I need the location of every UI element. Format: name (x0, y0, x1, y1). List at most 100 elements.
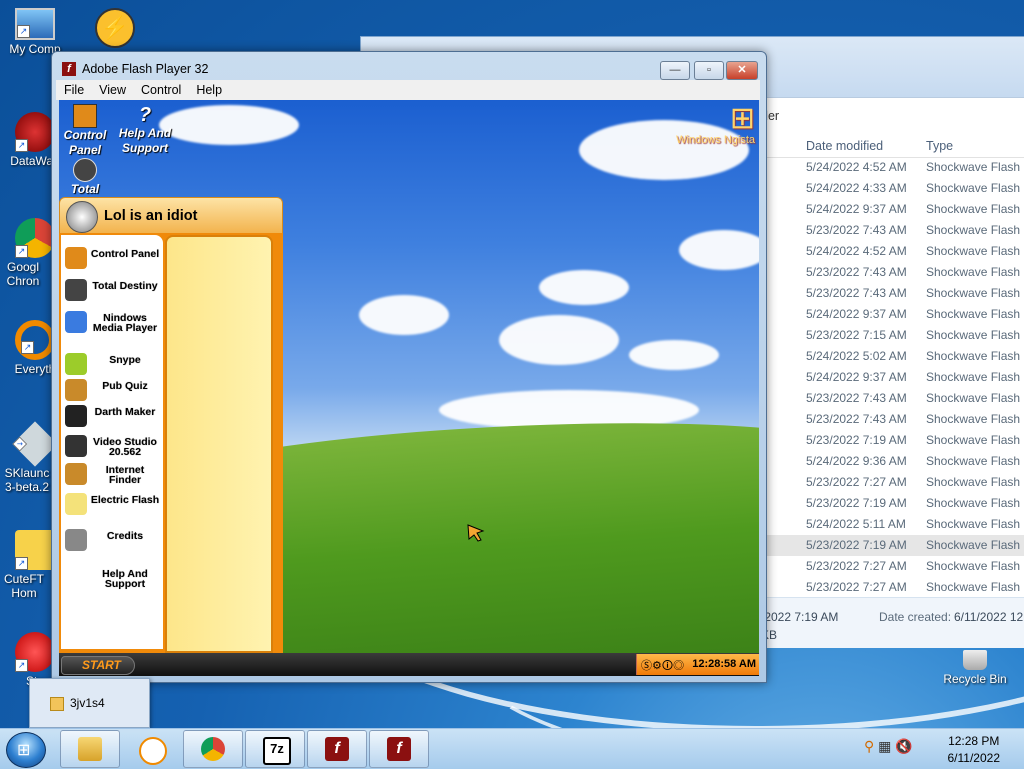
start-menu-body: Control Panel Total Destiny Nindows Media … (59, 233, 283, 653)
table-row[interactable]: 5/24/2022 9:37 AM Shockwave Flash (761, 304, 1024, 325)
program-icon (65, 279, 87, 301)
menu-help[interactable]: Help (188, 80, 229, 97)
table-row[interactable]: 5/23/2022 7:15 AM Shockwave Flash (761, 325, 1024, 346)
windows-flag-icon: ⊞ (729, 102, 755, 135)
row-date: 5/23/2022 7:27 AM (806, 559, 907, 573)
xp-icon-help-support[interactable]: ? Help And Support (115, 104, 175, 156)
taskbar-media-player[interactable] (121, 730, 181, 768)
start-menu-item-label: Pub Quiz (102, 380, 148, 392)
start-menu-item[interactable]: Control Panel (63, 245, 161, 275)
start-menu-item[interactable]: Total Destiny (63, 277, 161, 307)
program-icon (65, 463, 87, 485)
start-menu-item[interactable]: Nindows Media Player (63, 309, 161, 339)
table-row[interactable]: 5/23/2022 7:43 AM Shockwave Flash (761, 388, 1024, 409)
start-menu-item[interactable]: Darth Maker (63, 403, 161, 433)
program-icon (65, 353, 87, 375)
table-row[interactable]: 5/24/2022 9:37 AM Shockwave Flash (761, 199, 1024, 220)
restore-button[interactable]: ▫ (694, 61, 724, 80)
winamp-icon[interactable]: ⚡ (95, 8, 139, 52)
row-type: Shockwave Flash (926, 433, 1021, 447)
row-date: 5/23/2022 7:27 AM (806, 475, 907, 489)
chrome-icon: ↗ (15, 218, 55, 258)
control-panel-icon (73, 104, 97, 128)
desktop-icon-computer[interactable]: ↗ My Comp (0, 8, 70, 56)
taskbar-chrome[interactable] (183, 730, 243, 768)
desktop-icon-label: CuteFT Hom (3, 572, 44, 600)
start-menu-item[interactable]: Video Studio 20.562 (63, 433, 161, 463)
taskbar-7zip[interactable]: 7z (245, 730, 305, 768)
table-row[interactable]: 5/23/2022 7:27 AM Shockwave Flash (761, 577, 1024, 598)
row-date: 5/23/2022 7:27 AM (806, 580, 907, 594)
computer-icon: ↗ (15, 8, 55, 40)
shortcut-arrow-icon: ↗ (15, 557, 28, 570)
network-icon[interactable]: ▦ (878, 738, 891, 754)
table-row[interactable]: 5/24/2022 9:37 AM Shockwave Flash (761, 367, 1024, 388)
xp-icon-total[interactable]: Total (61, 158, 109, 196)
search-icon[interactable]: ⚲ (864, 738, 874, 754)
xp-start-button[interactable]: START (61, 656, 135, 675)
minimize-button[interactable]: — (660, 61, 690, 80)
row-type: Shockwave Flash (926, 328, 1021, 342)
table-row[interactable]: 5/24/2022 9:36 AM Shockwave Flash (761, 451, 1024, 472)
menu-file[interactable]: File (56, 80, 91, 97)
row-type: Shockwave Flash (926, 391, 1021, 405)
shortcut-arrow-icon: ↗ (15, 245, 28, 258)
system-clock[interactable]: 12:28 PM 6/11/2022 (948, 733, 1001, 767)
windows-ngista-logo: ⊞ Windows Ngista (676, 102, 755, 147)
table-row[interactable]: 5/23/2022 7:19 AM Shockwave Flash (761, 535, 1024, 556)
taskbar-flash-player-2[interactable]: f (369, 730, 429, 768)
tray-icons: Ⓢ⚙🛈◎ (641, 660, 685, 672)
shortcut-arrow-icon: ↗ (15, 659, 28, 672)
program-icon (65, 405, 87, 427)
taskbar-file-explorer[interactable] (60, 730, 120, 768)
start-menu-header: Lol is an idiot (59, 197, 283, 235)
column-date-modified[interactable]: Date modified (806, 139, 883, 153)
table-row[interactable]: 5/24/2022 4:33 AM Shockwave Flash (761, 178, 1024, 199)
column-type[interactable]: Type (926, 139, 953, 153)
menu-view[interactable]: View (91, 80, 133, 97)
table-row[interactable]: 5/23/2022 7:19 AM Shockwave Flash (761, 493, 1024, 514)
start-menu-item[interactable]: Internet Finder (63, 461, 161, 491)
start-menu-item[interactable]: Help And Support (63, 565, 161, 595)
row-date: 5/24/2022 5:02 AM (806, 349, 907, 363)
explorer-details-pane: /2022 7:19 AM Date created: 6/11/2022 12… (761, 597, 1024, 648)
table-row[interactable]: 5/24/2022 4:52 AM Shockwave Flash (761, 241, 1024, 262)
row-date: 5/24/2022 9:37 AM (806, 202, 907, 216)
table-row[interactable]: 5/23/2022 7:19 AM Shockwave Flash (761, 430, 1024, 451)
clock-date: 6/11/2022 (947, 751, 1001, 765)
taskbar-thumbnail-popup[interactable]: 3jv1s4 (29, 678, 150, 728)
taskbar-flash-player-1[interactable]: f (307, 730, 367, 768)
help-icon: ? (138, 104, 152, 126)
row-date: 5/23/2022 7:43 AM (806, 265, 907, 279)
volume-muted-icon[interactable]: 🔇 (895, 738, 912, 754)
table-row[interactable]: 5/23/2022 7:43 AM Shockwave Flash (761, 220, 1024, 241)
xp-clock: 12:28:58 AM (692, 658, 756, 670)
table-row[interactable]: 5/24/2022 4:52 AM Shockwave Flash (761, 157, 1024, 178)
flash-stage[interactable]: ⊞ Windows Ngista Control Panel ? Help An… (59, 100, 759, 676)
cloud (629, 340, 719, 370)
table-row[interactable]: 5/23/2022 7:27 AM Shockwave Flash (761, 472, 1024, 493)
table-row[interactable]: 5/23/2022 7:43 AM Shockwave Flash (761, 262, 1024, 283)
table-row[interactable]: 5/24/2022 5:11 AM Shockwave Flash (761, 514, 1024, 535)
xp-icon-control-panel[interactable]: Control Panel (61, 104, 109, 158)
details-modified: /2022 7:19 AM (761, 610, 839, 624)
xp-start-menu: Lol is an idiot Control Panel Total Desti… (59, 197, 283, 653)
flash-player-window[interactable]: f Adobe Flash Player 32 — ▫ ✕ File View Co… (51, 51, 767, 683)
row-type: Shockwave Flash (926, 307, 1021, 321)
close-button[interactable]: ✕ (726, 61, 758, 80)
menu-bar: File View Control Help (56, 80, 760, 100)
start-menu-item[interactable]: Electric Flash (63, 491, 161, 521)
table-row[interactable]: 5/23/2022 7:43 AM Shockwave Flash (761, 409, 1024, 430)
start-button[interactable]: ⊞ (6, 732, 46, 768)
row-type: Shockwave Flash (926, 265, 1021, 279)
cloud (499, 315, 619, 365)
table-row[interactable]: 5/23/2022 7:43 AM Shockwave Flash (761, 283, 1024, 304)
start-menu-item[interactable]: Credits (63, 527, 161, 557)
table-row[interactable]: 5/24/2022 5:02 AM Shockwave Flash (761, 346, 1024, 367)
desktop-icon-recycle-bin[interactable]: Recycle Bin (940, 650, 1010, 686)
tray-icons[interactable]: ⚲ ▦ 🔇 (864, 738, 913, 755)
start-menu-item-label: Control Panel (90, 248, 160, 260)
menu-control[interactable]: Control (133, 80, 188, 97)
table-row[interactable]: 5/23/2022 7:27 AM Shockwave Flash (761, 556, 1024, 577)
total-destiny-icon (73, 158, 97, 182)
